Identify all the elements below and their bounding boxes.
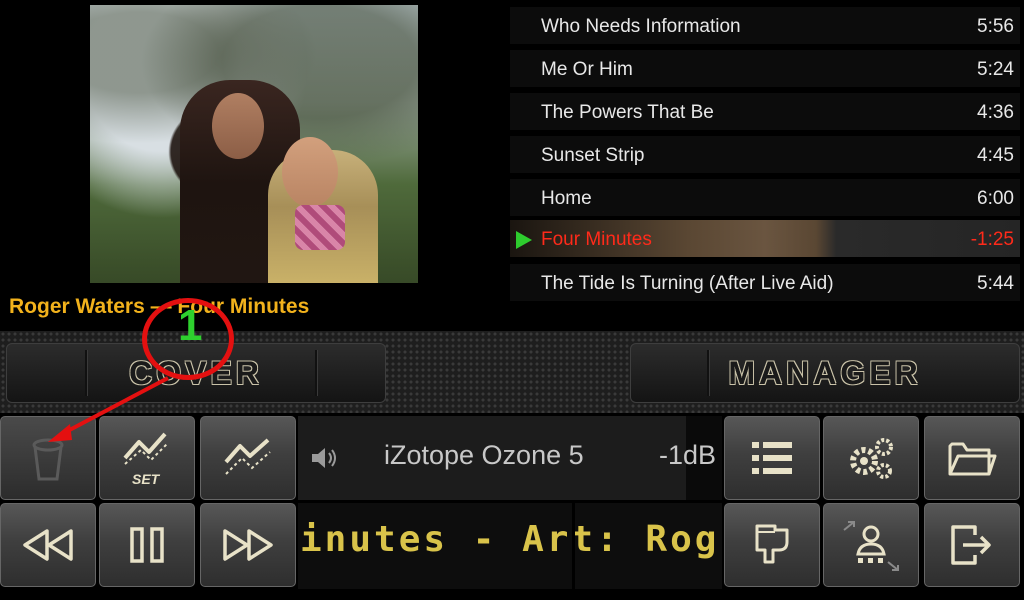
track-duration: 5:44 <box>977 273 1014 294</box>
gears-icon <box>850 438 893 479</box>
track-duration: 5:56 <box>977 16 1014 37</box>
playlist: Who Needs Information 5:56 Me Or Him 5:2… <box>510 5 1020 305</box>
pointing-hand-icon <box>755 524 789 564</box>
playlist-item[interactable]: Me Or Him 5:24 <box>510 50 1020 90</box>
dsp-name: iZotope Ozone 5 <box>384 440 584 470</box>
user-resize-icon <box>843 521 899 571</box>
track-title: Home <box>541 188 592 209</box>
now-playing-title: Roger Waters — Four Minutes <box>0 283 508 331</box>
manager-button[interactable]: MANAGER <box>630 343 1020 403</box>
playlist-item[interactable]: Home 6:00 <box>510 179 1020 219</box>
trash-button[interactable] <box>0 416 96 500</box>
open-folder-button[interactable] <box>924 416 1020 500</box>
user-profile-button[interactable] <box>823 503 919 587</box>
track-title: Me Or Him <box>541 59 633 80</box>
eq-curve-set-icon: SET <box>123 432 168 487</box>
pause-icon <box>130 527 164 563</box>
track-duration: 4:36 <box>977 102 1014 123</box>
annotation-number: 1 <box>178 301 203 350</box>
play-indicator-icon <box>516 231 532 249</box>
dsp-gain: -1dB <box>658 440 716 470</box>
previous-button[interactable] <box>0 503 96 587</box>
settings-button[interactable] <box>823 416 919 500</box>
exit-icon <box>951 525 991 565</box>
eq-curve-button[interactable] <box>200 416 296 500</box>
eq-set-button[interactable]: SET <box>99 416 195 500</box>
speaker-icon <box>312 448 336 468</box>
folder-icon <box>948 442 997 476</box>
list-icon <box>752 442 792 474</box>
track-title: Four Minutes <box>541 229 652 250</box>
dsp-panel[interactable]: iZotope Ozone 5 -1dB <box>298 416 722 500</box>
playlist-item[interactable]: The Powers That Be 4:36 <box>510 93 1020 133</box>
gesture-button[interactable] <box>724 503 820 587</box>
pause-button[interactable] <box>99 503 195 587</box>
playlist-item-active[interactable]: Four Minutes -1:25 <box>510 220 1020 260</box>
rewind-icon <box>23 529 73 561</box>
track-title: Sunset Strip <box>541 145 645 166</box>
trash-icon <box>32 438 64 481</box>
track-title: Who Needs Information <box>541 16 741 37</box>
track-title: The Tide Is Turning (After Live Aid) <box>541 273 834 294</box>
playlist-item[interactable]: Sunset Strip 4:45 <box>510 136 1020 176</box>
exit-button[interactable] <box>924 503 1020 587</box>
playlist-item[interactable]: The Tide Is Turning (After Live Aid) 5:4… <box>510 264 1020 304</box>
next-button[interactable] <box>200 503 296 587</box>
track-title: The Powers That Be <box>541 102 714 123</box>
eq-curve-icon <box>224 438 271 475</box>
track-duration: -1:25 <box>970 229 1014 250</box>
scrolling-info-display: inutes - Art: Rog <box>298 503 722 589</box>
svg-text:SET: SET <box>132 471 161 487</box>
track-duration: 5:24 <box>977 59 1014 80</box>
fast-forward-icon <box>223 529 273 561</box>
playlist-item[interactable]: Who Needs Information 5:56 <box>510 7 1020 47</box>
playlist-button[interactable] <box>724 416 820 500</box>
track-duration: 4:45 <box>977 145 1014 166</box>
scrolling-info-text: inutes - Art: Rog <box>300 519 720 560</box>
track-duration: 6:00 <box>977 188 1014 209</box>
